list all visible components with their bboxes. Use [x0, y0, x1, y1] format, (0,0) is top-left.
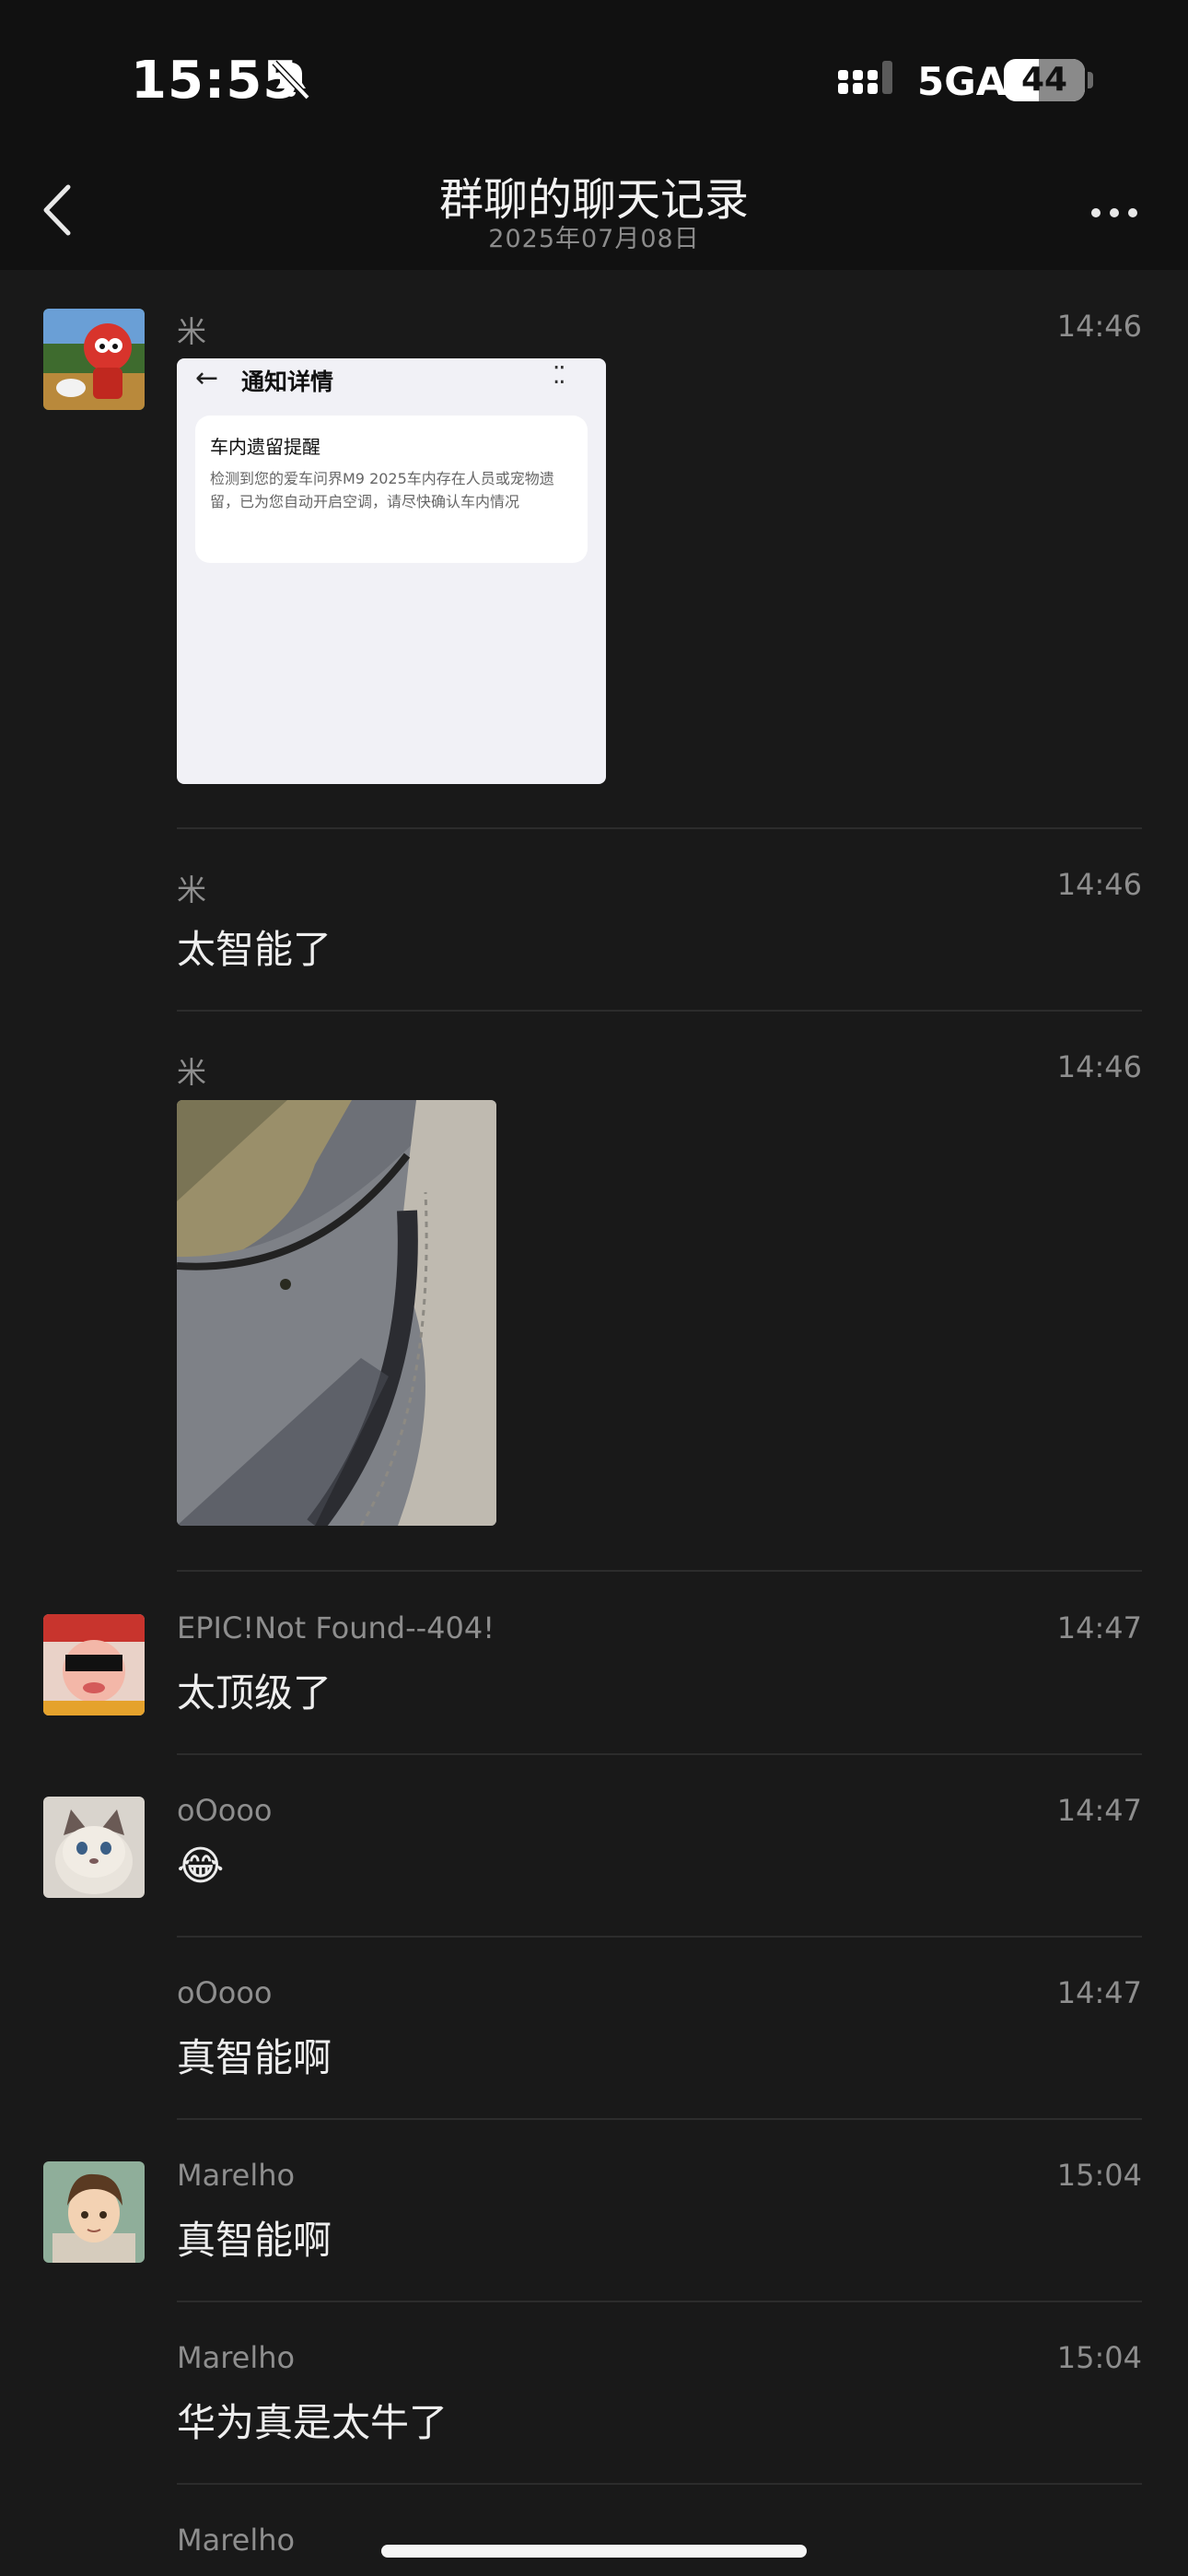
photo-attachment[interactable]	[177, 1100, 496, 1526]
message-text[interactable]: 真智能啊	[177, 2209, 332, 2266]
page-date: 2025年07月08日	[488, 225, 700, 253]
divider	[177, 1936, 1142, 1938]
message-text[interactable]: 华为真是太牛了	[177, 2392, 448, 2448]
signal-icon	[838, 61, 892, 94]
message-text[interactable]: 真智能啊	[177, 2027, 332, 2083]
sender-name: Marelho	[177, 2523, 296, 2558]
notification-title: 车内遗留提醒	[210, 436, 320, 458]
message-text[interactable]: 太智能了	[177, 919, 332, 975]
divider	[177, 1753, 1142, 1755]
sender-name: oOooo	[177, 1793, 273, 1828]
battery-tip	[1088, 72, 1093, 88]
sender-name: 米	[177, 314, 207, 349]
message-text[interactable]: 太顶级了	[177, 1662, 332, 1718]
battery-icon: 44	[1004, 59, 1085, 101]
home-indicator[interactable]	[381, 2545, 807, 2558]
avatar[interactable]	[43, 1614, 145, 1715]
message-time: 14:47	[1056, 1975, 1142, 2010]
card-more-icon: ⁚⁚	[553, 362, 565, 390]
avatar[interactable]	[43, 1797, 145, 1898]
divider	[177, 827, 1142, 829]
message-time: 14:46	[1056, 309, 1142, 344]
divider	[177, 1570, 1142, 1572]
divider	[177, 2483, 1142, 2485]
battery-level: 44	[1020, 61, 1068, 99]
message-time: 14:46	[1056, 1049, 1142, 1084]
status-bar: 15:55 5GA 44	[0, 0, 1188, 152]
card-header: 通知详情	[241, 369, 334, 395]
notification-body: 检测到您的爱车问界M9 2025车内存在人员或宠物遗留，已为您自动开启空调，请尽…	[210, 470, 554, 510]
card-back-arrow-icon: ←	[195, 362, 219, 394]
message-time: 14:47	[1056, 1610, 1142, 1645]
message-time: 14:46	[1056, 867, 1142, 902]
sender-name: Marelho	[177, 2340, 296, 2375]
divider	[177, 2118, 1142, 2120]
divider	[177, 1010, 1142, 1012]
message-time: 14:47	[1056, 1793, 1142, 1828]
network-type: 5GA	[917, 59, 1007, 104]
avatar[interactable]	[43, 2161, 145, 2263]
bell-muted-icon	[272, 60, 310, 100]
sender-name: oOooo	[177, 1975, 273, 2010]
sender-name: 米	[177, 872, 207, 907]
sender-name: 米	[177, 1055, 207, 1090]
notification-screenshot[interactable]: ← 通知详情 ⁚⁚ 车内遗留提醒 检测到您的爱车问界M9 2025车内存在人员或…	[177, 358, 606, 784]
sender-name: EPIC!Not Found--404!	[177, 1610, 495, 1645]
nav-bar: 群聊的聊天记录 2025年07月08日	[0, 152, 1188, 270]
notification-panel: 车内遗留提醒 检测到您的爱车问界M9 2025车内存在人员或宠物遗留，已为您自动…	[195, 416, 588, 563]
divider	[177, 2301, 1142, 2302]
message-time: 15:04	[1056, 2158, 1142, 2193]
message-emoji[interactable]: 😂	[177, 1843, 224, 1890]
sender-name: Marelho	[177, 2158, 296, 2193]
more-icon[interactable]	[1087, 185, 1142, 240]
avatar[interactable]	[43, 309, 145, 410]
message-time: 15:04	[1056, 2340, 1142, 2375]
